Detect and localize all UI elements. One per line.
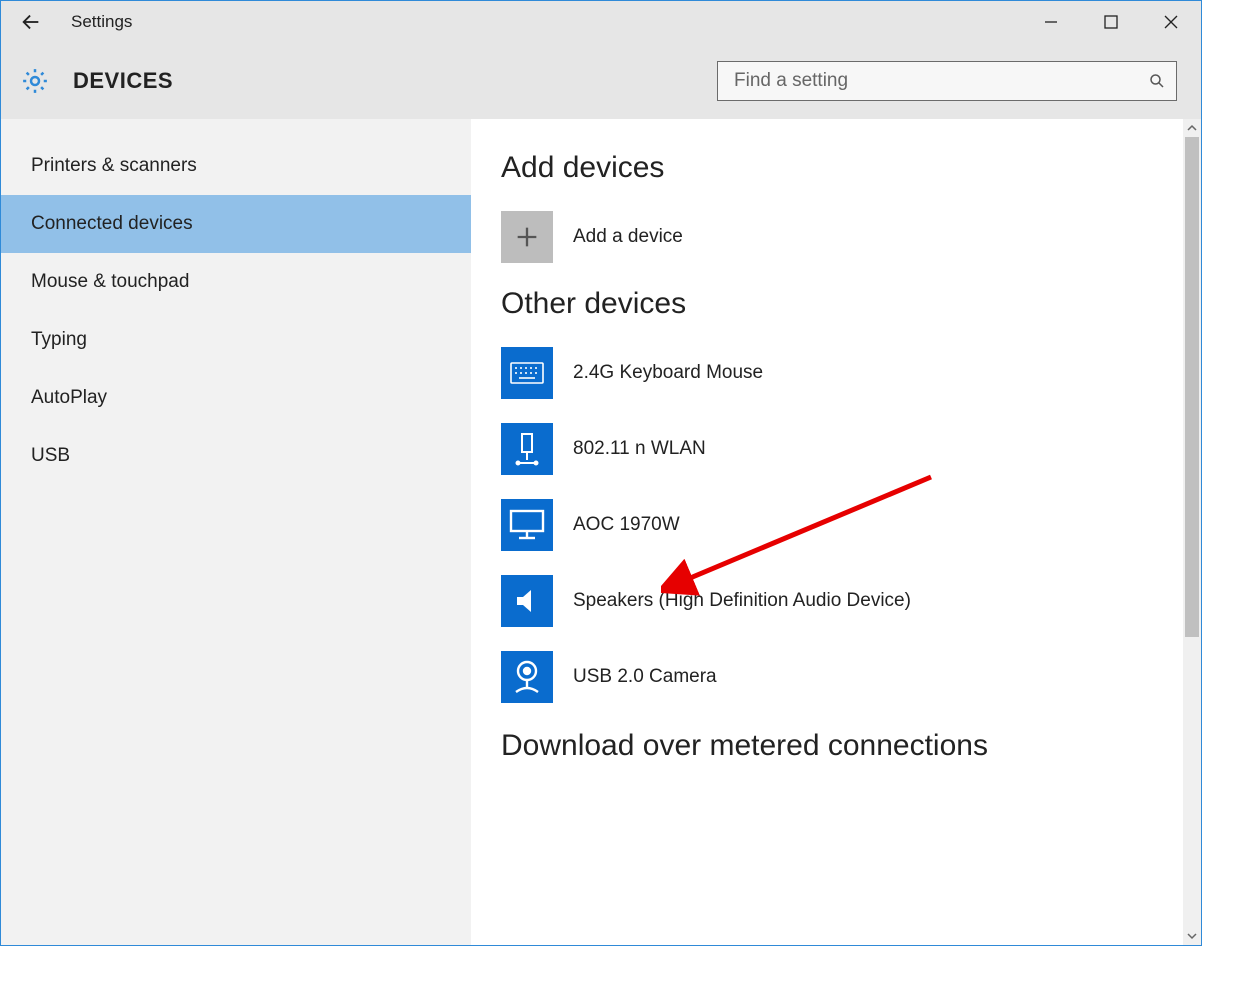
sidebar: Printers & scanners Connected devices Mo…	[1, 119, 471, 945]
maximize-icon	[1104, 15, 1118, 29]
sidebar-item-connected-devices[interactable]: Connected devices	[1, 195, 471, 253]
section-add-devices: Add devices	[501, 151, 1201, 185]
camera-icon	[501, 651, 553, 703]
back-arrow-icon	[20, 11, 42, 33]
sidebar-item-autoplay[interactable]: AutoPlay	[1, 369, 471, 427]
add-device-button[interactable]: Add a device	[501, 211, 1201, 263]
minimize-button[interactable]	[1021, 1, 1081, 43]
sidebar-item-label: Typing	[31, 329, 87, 350]
monitor-icon	[501, 499, 553, 551]
speaker-icon	[501, 575, 553, 627]
sidebar-item-printers-scanners[interactable]: Printers & scanners	[1, 137, 471, 195]
chevron-up-icon	[1187, 123, 1197, 133]
content-pane: Add devices Add a device Other devices	[471, 119, 1201, 945]
scrollbar[interactable]	[1183, 119, 1201, 945]
device-item-keyboard-mouse[interactable]: 2.4G Keyboard Mouse	[501, 347, 1201, 399]
settings-window: Settings DEVICES	[0, 0, 1202, 946]
device-label: AOC 1970W	[573, 514, 680, 536]
section-download-metered: Download over metered connections	[501, 729, 1201, 763]
device-label: Speakers (High Definition Audio Device)	[573, 590, 911, 612]
sidebar-item-typing[interactable]: Typing	[1, 311, 471, 369]
page-title: DEVICES	[73, 68, 173, 94]
search-icon	[1148, 72, 1166, 90]
sidebar-item-mouse-touchpad[interactable]: Mouse & touchpad	[1, 253, 471, 311]
add-device-label: Add a device	[573, 226, 683, 248]
device-item-camera[interactable]: USB 2.0 Camera	[501, 651, 1201, 703]
device-item-aoc-monitor[interactable]: AOC 1970W	[501, 499, 1201, 551]
device-label: 802.11 n WLAN	[573, 438, 706, 460]
scroll-thumb[interactable]	[1185, 137, 1199, 637]
network-icon	[501, 423, 553, 475]
search-input[interactable]	[732, 69, 1148, 93]
keyboard-icon	[501, 347, 553, 399]
device-label: 2.4G Keyboard Mouse	[573, 362, 763, 384]
section-other-devices: Other devices	[501, 287, 1201, 321]
gear-icon	[19, 65, 51, 97]
back-button[interactable]	[1, 1, 61, 43]
plus-icon	[501, 211, 553, 263]
sidebar-item-usb[interactable]: USB	[1, 427, 471, 485]
scroll-down-button[interactable]	[1183, 927, 1201, 945]
header: DEVICES	[1, 43, 1201, 119]
sidebar-item-label: AutoPlay	[31, 387, 107, 408]
window-controls	[1021, 1, 1201, 43]
device-item-speakers[interactable]: Speakers (High Definition Audio Device)	[501, 575, 1201, 627]
header-left: DEVICES	[19, 65, 173, 97]
device-item-wlan[interactable]: 802.11 n WLAN	[501, 423, 1201, 475]
device-label: USB 2.0 Camera	[573, 666, 717, 688]
sidebar-item-label: Connected devices	[31, 213, 193, 234]
sidebar-item-label: USB	[31, 445, 70, 466]
body: Printers & scanners Connected devices Mo…	[1, 119, 1201, 945]
search-box[interactable]	[717, 61, 1177, 101]
chevron-down-icon	[1187, 931, 1197, 941]
window-title: Settings	[61, 12, 132, 32]
close-button[interactable]	[1141, 1, 1201, 43]
maximize-button[interactable]	[1081, 1, 1141, 43]
close-icon	[1164, 15, 1178, 29]
sidebar-item-label: Mouse & touchpad	[31, 271, 189, 292]
sidebar-item-label: Printers & scanners	[31, 155, 197, 176]
minimize-icon	[1044, 15, 1058, 29]
titlebar: Settings	[1, 1, 1201, 43]
titlebar-left: Settings	[1, 1, 132, 43]
scroll-up-button[interactable]	[1183, 119, 1201, 137]
